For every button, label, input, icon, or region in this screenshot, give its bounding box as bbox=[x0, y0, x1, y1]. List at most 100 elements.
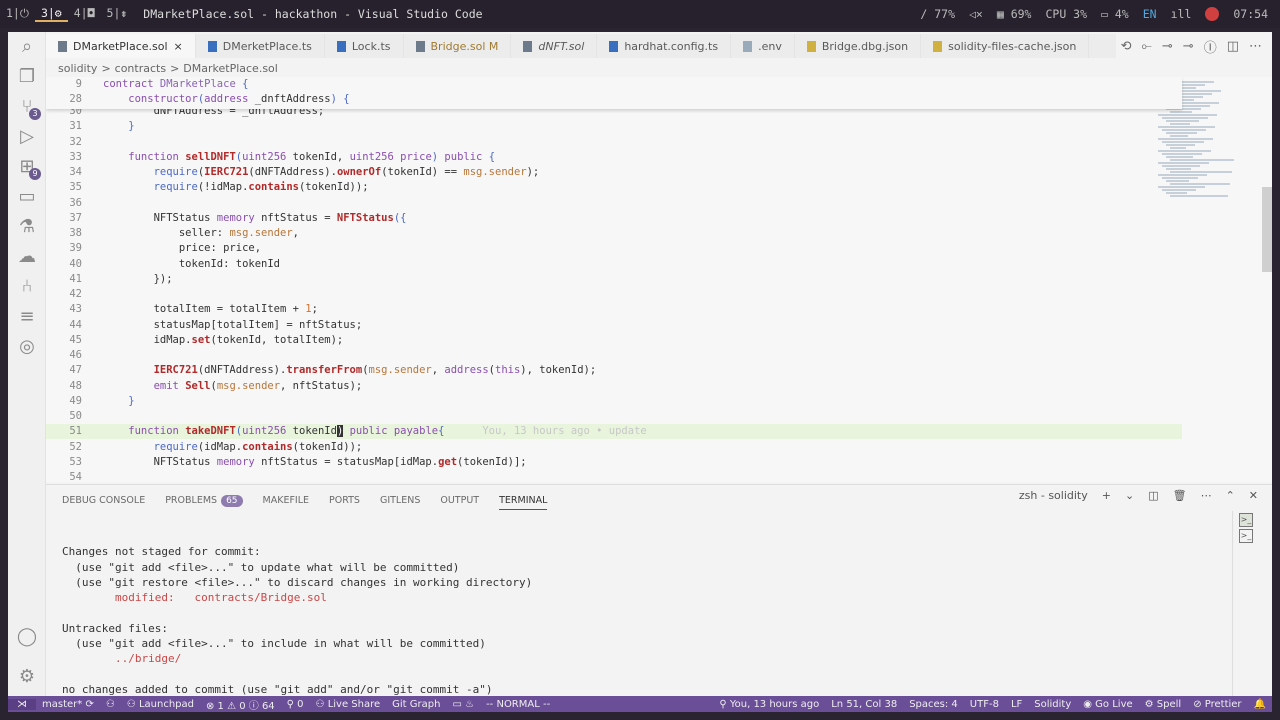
code-line[interactable]: 51 function takeDNFT(uint256 tokenId) pu… bbox=[46, 424, 1182, 440]
status-item[interactable]: UTF-8 bbox=[964, 699, 1005, 710]
go-forward-icon[interactable]: ⊸ bbox=[1183, 39, 1194, 54]
status-item[interactable]: ⚇ Launchpad bbox=[121, 699, 200, 710]
asn1-icon[interactable]: ≡ bbox=[8, 302, 46, 332]
tab-bridge-dbg-json[interactable]: Bridge.dbg.json bbox=[795, 34, 922, 58]
code-line[interactable]: 32 bbox=[46, 135, 1182, 150]
panel-tab-debug-console[interactable]: DEBUG CONSOLE bbox=[62, 495, 145, 506]
status-item[interactable]: Solidity bbox=[1028, 699, 1077, 710]
code-line[interactable]: 41 }); bbox=[46, 272, 1182, 287]
status-item[interactable]: ⚇ Live Share bbox=[310, 699, 387, 710]
status-item[interactable]: master* ⟳ bbox=[36, 699, 100, 710]
status-item[interactable]: 🔔 bbox=[1248, 699, 1272, 710]
source-control-icon[interactable]: ⑂ 3 bbox=[8, 92, 46, 122]
terminal-dropdown-icon[interactable]: ⌄ bbox=[1125, 489, 1134, 502]
code-line[interactable]: 54 bbox=[46, 470, 1182, 482]
git-graph-icon[interactable]: ⑃ bbox=[8, 272, 46, 302]
more-icon[interactable]: ⋯ bbox=[1201, 489, 1212, 502]
panel-tab-gitlens[interactable]: GITLENS bbox=[380, 495, 420, 506]
status-item[interactable]: -- NORMAL -- bbox=[480, 699, 556, 710]
workspace-3[interactable]: 4|◘ bbox=[68, 6, 101, 22]
code-line[interactable]: 45 idMap.set(tokenId, totalItem); bbox=[46, 333, 1182, 348]
code-line[interactable]: 28 constructor(address _dnftAddress) { bbox=[46, 92, 1182, 107]
breadcrumb-item[interactable]: solidity bbox=[58, 62, 97, 75]
status-item[interactable]: ⚲ You, 13 hours ago bbox=[713, 699, 825, 710]
status-item[interactable]: ◉ Go Live bbox=[1077, 699, 1138, 710]
status-item[interactable]: ⚇ bbox=[100, 699, 121, 710]
breadcrumb-item[interactable]: contracts bbox=[115, 62, 166, 75]
terminal-name[interactable]: zsh - solidity bbox=[1019, 489, 1088, 502]
code-line[interactable]: 42 bbox=[46, 287, 1182, 302]
tab-dmarketplace-sol[interactable]: DMarketPlace.sol × bbox=[46, 34, 196, 58]
code-line[interactable]: 35 require(!idMap.contains(tokenId)); bbox=[46, 180, 1182, 195]
split-terminal-icon[interactable]: ◫ bbox=[1148, 489, 1158, 502]
tab-bridge-sol-m[interactable]: Bridge.sol M bbox=[404, 34, 512, 58]
code-line[interactable]: 38 seller: msg.sender, bbox=[46, 226, 1182, 241]
status-item[interactable]: LF bbox=[1005, 699, 1028, 710]
browser-avatar-icon[interactable] bbox=[1205, 7, 1220, 21]
close-panel-icon[interactable]: ✕ bbox=[1249, 489, 1258, 502]
tab-hardhat-config-ts[interactable]: hardhat.config.ts bbox=[597, 34, 732, 58]
code-line[interactable]: 34 require(IERC721(dNFTAddress).ownerOf(… bbox=[46, 165, 1182, 180]
manage-gear-icon[interactable]: ⚙ bbox=[8, 662, 46, 692]
code-line[interactable]: 43 totalItem = totalItem + 1; bbox=[46, 302, 1182, 317]
timeline-history-icon[interactable]: ⟲ bbox=[1121, 39, 1132, 54]
panel-tab-terminal[interactable]: TERMINAL bbox=[499, 495, 548, 510]
status-item[interactable]: ⊘ Prettier bbox=[1187, 699, 1247, 710]
code-line[interactable]: 39 price: price, bbox=[46, 241, 1182, 256]
status-item[interactable]: ⊗ 1 ⚠ 0 ⓘ 64 bbox=[200, 697, 281, 712]
remote-indicator-icon[interactable]: ⋊ bbox=[8, 698, 36, 710]
status-item[interactable]: Spaces: 4 bbox=[903, 699, 964, 710]
gitlens-icon[interactable]: Ⓘ bbox=[1204, 37, 1217, 56]
go-back-icon[interactable]: ⟜ bbox=[1141, 39, 1151, 54]
panel-tab-ports[interactable]: PORTS bbox=[329, 495, 360, 506]
code-line[interactable]: 48 emit Sell(msg.sender, nftStatus); bbox=[46, 379, 1182, 394]
code-line[interactable]: 47 IERC721(dNFTAddress).transferFrom(msg… bbox=[46, 363, 1182, 378]
docker-icon[interactable]: ☁ bbox=[8, 242, 46, 272]
explorer-icon[interactable]: ❐ bbox=[8, 62, 46, 92]
testing-icon[interactable]: ⚗ bbox=[8, 212, 46, 242]
tab-dnft-sol[interactable]: dNFT.sol bbox=[511, 34, 598, 58]
panel-tab-output[interactable]: OUTPUT bbox=[440, 495, 479, 506]
maximize-panel-icon[interactable]: ⌃ bbox=[1226, 489, 1235, 502]
workspace-1[interactable]: 1|⏻ bbox=[0, 6, 35, 22]
code-line[interactable]: 37 NFTStatus memory nftStatus = NFTStatu… bbox=[46, 211, 1182, 226]
search-icon[interactable]: ⌕ bbox=[8, 32, 46, 62]
code-line[interactable]: 49 } bbox=[46, 394, 1182, 409]
run-debug-icon[interactable]: ▷ bbox=[8, 122, 46, 152]
terminal-instance-icon[interactable]: >_ bbox=[1239, 513, 1253, 527]
panel-tab-makefile[interactable]: MAKEFILE bbox=[263, 495, 310, 506]
tab-dmerketplace-ts[interactable]: DMerketPlace.ts bbox=[196, 34, 325, 58]
code-editor[interactable]: 9 contract DMarketPlace {28 constructor(a… bbox=[46, 77, 1272, 482]
tab-solidity-files-cache-json[interactable]: solidity-files-cache.json bbox=[921, 34, 1090, 58]
editor-scrollbar[interactable] bbox=[1262, 187, 1272, 272]
code-line[interactable]: 50 bbox=[46, 409, 1182, 424]
new-terminal-icon[interactable]: + bbox=[1102, 489, 1111, 502]
status-item[interactable]: ▭ ♨ bbox=[446, 699, 480, 710]
terminal-output[interactable]: Changes not staged for commit: (use "git… bbox=[62, 529, 532, 713]
code-line[interactable]: 36 bbox=[46, 196, 1182, 211]
workspace-4[interactable]: 5|⇟ bbox=[101, 6, 134, 22]
tab--env[interactable]: .env bbox=[731, 34, 795, 58]
split-editor-icon[interactable]: ◫ bbox=[1227, 39, 1239, 54]
kill-terminal-icon[interactable]: 🗑 bbox=[1173, 489, 1187, 502]
status-item[interactable]: Git Graph bbox=[386, 699, 446, 710]
terminal-instance-icon[interactable]: >_ bbox=[1239, 529, 1253, 543]
tab-lock-ts[interactable]: Lock.ts bbox=[325, 34, 404, 58]
workspace-2[interactable]: 3|⚙ bbox=[34, 6, 68, 22]
code-line[interactable]: 44 statusMap[totalItem] = nftStatus; bbox=[46, 318, 1182, 333]
more-actions-icon[interactable]: ⋯ bbox=[1249, 39, 1262, 54]
close-icon[interactable]: × bbox=[174, 40, 183, 53]
breadcrumb-item[interactable]: DMarketPlace.sol bbox=[183, 62, 278, 75]
go-commit-icon[interactable]: ⊸ bbox=[1162, 39, 1173, 54]
code-line[interactable]: 46 bbox=[46, 348, 1182, 363]
timeline-icon[interactable]: ◎ bbox=[8, 332, 46, 362]
remote-explorer-icon[interactable]: ▭ bbox=[8, 182, 46, 212]
code-line[interactable]: 33 function sellDNFT(uint256 tokenId, ui… bbox=[46, 150, 1182, 165]
extensions-icon[interactable]: ⊞ 9 bbox=[8, 152, 46, 182]
code-line[interactable]: 40 tokenId: tokenId bbox=[46, 257, 1182, 272]
status-item[interactable]: Ln 51, Col 38 bbox=[825, 699, 903, 710]
code-line[interactable]: 31 } bbox=[46, 119, 1182, 134]
status-item[interactable]: ⚲ 0 bbox=[281, 699, 310, 710]
keyboard-layout[interactable]: EN bbox=[1143, 7, 1157, 21]
code-line[interactable]: 52 require(idMap.contains(tokenId)); bbox=[46, 440, 1182, 455]
